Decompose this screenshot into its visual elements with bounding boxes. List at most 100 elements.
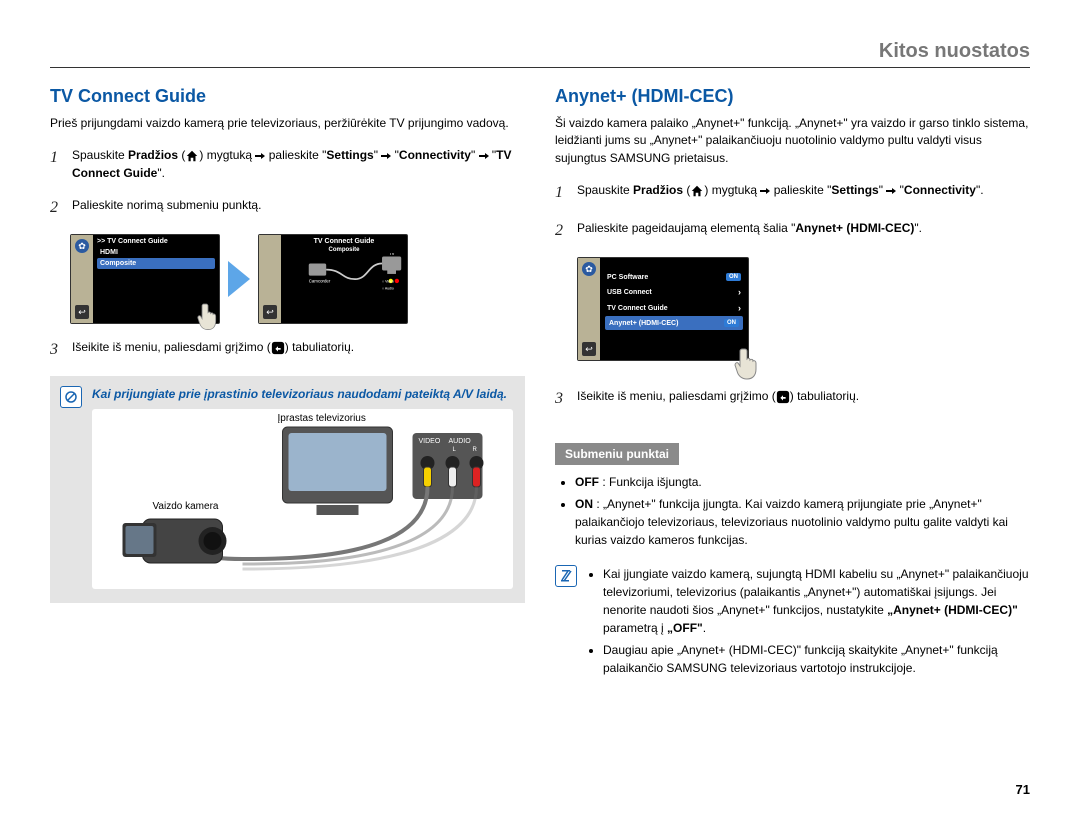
text: parametrą į bbox=[603, 621, 667, 635]
audio-label: AUDIO bbox=[449, 438, 472, 445]
text: Spauskite bbox=[577, 183, 633, 197]
back-tab-icon: ↩ bbox=[263, 305, 277, 319]
text-bold: Pradžios bbox=[633, 183, 683, 197]
screen-sidebar: ↩ bbox=[259, 235, 281, 323]
step-number: 1 bbox=[555, 181, 567, 205]
step-number: 2 bbox=[50, 196, 62, 220]
step-body: Išeikite iš meniu, paliesdami grįžimo ()… bbox=[577, 387, 1030, 411]
page-number: 71 bbox=[1016, 782, 1030, 797]
left-step-3: 3 Išeikite iš meniu, paliesdami grįžimo … bbox=[50, 338, 525, 362]
left-step-1: 1 Spauskite Pradžios () mygtuką palieski… bbox=[50, 146, 525, 182]
text: " bbox=[391, 148, 399, 162]
hand-tap-icon bbox=[191, 299, 225, 333]
right-step-1: 1 Spauskite Pradžios () mygtuką palieski… bbox=[555, 181, 1030, 205]
gear-icon: ✿ bbox=[75, 239, 89, 253]
anynet-heading: Anynet+ (HDMI-CEC) bbox=[555, 86, 1030, 107]
text-bold: Settings bbox=[831, 183, 878, 197]
arrow-icon bbox=[255, 151, 265, 161]
text: Išeikite iš meniu, paliesdami grįžimo ( bbox=[577, 389, 776, 403]
text: ) tabuliatorių. bbox=[285, 340, 354, 354]
text: . bbox=[703, 621, 706, 635]
text: ( bbox=[178, 148, 185, 162]
left-column: TV Connect Guide Prieš prijungdami vaizd… bbox=[50, 86, 525, 681]
step-body: Išeikite iš meniu, paliesdami grįžimo ()… bbox=[72, 338, 525, 362]
off-text: : Funkcija išjungta. bbox=[599, 475, 702, 489]
step-body: Palieskite pageidaujamą elementą šalia "… bbox=[577, 219, 1030, 243]
text: " bbox=[896, 183, 904, 197]
connectivity-screen-wrap: ✿ ↩ > Connectivity PC Software ON USB Co… bbox=[577, 257, 749, 361]
screen-sidebar: ✿ ↩ bbox=[578, 258, 600, 360]
callout-title: Kai prijungiate prie įprastinio televizo… bbox=[92, 386, 513, 403]
text: ) mygtuką bbox=[199, 148, 255, 162]
text: ". bbox=[976, 183, 984, 197]
two-column-layout: TV Connect Guide Prieš prijungdami vaizd… bbox=[50, 86, 1030, 681]
toggle-on-badge: ON bbox=[726, 273, 741, 281]
menu-item-hdmi: HDMI bbox=[97, 247, 215, 258]
submenu-item-off: OFF : Funkcija išjungta. bbox=[575, 473, 1030, 491]
right-step-2: 2 Palieskite pageidaujamą elementą šalia… bbox=[555, 219, 1030, 243]
on-label: ON bbox=[575, 497, 593, 511]
note-item-2: Daugiau apie „Anynet+ (HDMI-CEC)" funkci… bbox=[603, 641, 1030, 677]
step-body: Spauskite Pradžios () mygtuką palieskite… bbox=[577, 181, 1030, 205]
svg-text:○ Audio: ○ Audio bbox=[382, 287, 394, 291]
text: ". bbox=[914, 221, 922, 235]
text: Išeikite iš meniu, paliesdami grįžimo ( bbox=[72, 340, 271, 354]
step-number: 3 bbox=[50, 338, 62, 362]
text: ) tabuliatorių. bbox=[790, 389, 859, 403]
row-label: USB Connect bbox=[607, 289, 652, 296]
arrow-icon bbox=[886, 186, 896, 196]
row-tv-connect-guide: TV Connect Guide › bbox=[603, 300, 745, 316]
chevron-right-icon: › bbox=[738, 303, 741, 313]
text: " bbox=[471, 148, 479, 162]
arrow-icon bbox=[381, 151, 391, 161]
back-tab-icon: ↩ bbox=[582, 342, 596, 356]
screen-sidebar: ✿ ↩ bbox=[71, 235, 93, 323]
hand-tap-icon bbox=[727, 343, 767, 383]
text: " bbox=[489, 148, 497, 162]
row-usb-connect: USB Connect › bbox=[603, 284, 745, 300]
connection-diagram-icon: Camcorder TV ○ Video ○ Audio bbox=[307, 253, 403, 297]
left-step-2: 2 Palieskite norimą submeniu punktą. bbox=[50, 196, 525, 220]
arrow-icon bbox=[760, 186, 770, 196]
video-label: VIDEO bbox=[419, 438, 441, 445]
home-icon bbox=[185, 149, 199, 163]
text-bold: „Anynet+ (HDMI-CEC)" bbox=[887, 603, 1018, 617]
tv-connect-heading: TV Connect Guide bbox=[50, 86, 525, 107]
row-label: Anynet+ (HDMI-CEC) bbox=[609, 320, 678, 327]
text: " bbox=[879, 183, 887, 197]
info-badge-icon bbox=[60, 386, 82, 408]
step-number: 3 bbox=[555, 387, 567, 411]
text-bold: Pradžios bbox=[128, 148, 178, 162]
text-bold: „OFF" bbox=[667, 621, 703, 635]
row-label: TV Connect Guide bbox=[607, 305, 668, 312]
row-label: PC Software bbox=[607, 274, 648, 281]
tv-label-text: Įprastas televizorius bbox=[278, 413, 366, 424]
device-screen-menu: ✿ ↩ >> TV Connect Guide HDMI Composite bbox=[70, 234, 220, 324]
illustration-row: ✿ ↩ >> TV Connect Guide HDMI Composite ↩ bbox=[70, 234, 525, 324]
text-bold: Connectivity bbox=[399, 148, 471, 162]
svg-text:○ Video: ○ Video bbox=[382, 280, 394, 284]
text: palieskite " bbox=[770, 183, 831, 197]
tv-connect-intro: Prieš prijungdami vaizdo kamerą prie tel… bbox=[50, 115, 525, 132]
note-box: Kai įjungiate vaizdo kamerą, sujungtą HD… bbox=[555, 565, 1030, 681]
page-header: Kitos nuostatos bbox=[50, 40, 1030, 68]
home-icon bbox=[690, 184, 704, 198]
row-pc-software: PC Software ON bbox=[603, 270, 745, 284]
right-column: Anynet+ (HDMI-CEC) Ši vaizdo kamera pala… bbox=[555, 86, 1030, 681]
step-number: 2 bbox=[555, 219, 567, 243]
device-screen-diagram: ↩ TV Connect Guide Composite Camcorder bbox=[258, 234, 408, 324]
play-arrow-icon bbox=[228, 261, 250, 297]
text: Palieskite pageidaujamą elementą šalia " bbox=[577, 221, 795, 235]
step-body: Palieskite norimą submeniu punktą. bbox=[72, 196, 525, 220]
right-step-3: 3 Išeikite iš meniu, paliesdami grįžimo … bbox=[555, 387, 1030, 411]
note-badge-icon bbox=[555, 565, 577, 587]
toggle-on-badge: ON bbox=[724, 319, 739, 327]
menu-item-composite: Composite bbox=[97, 258, 215, 269]
av-diagram: Įprastas televizorius VIDEO AUDIO L R bbox=[92, 409, 513, 589]
screen-title: >> TV Connect Guide bbox=[97, 238, 215, 245]
tv-label: TV bbox=[389, 253, 395, 256]
screen-title: TV Connect Guide bbox=[285, 238, 403, 245]
connectivity-screen: ✿ ↩ > Connectivity PC Software ON USB Co… bbox=[577, 257, 749, 361]
return-icon bbox=[271, 341, 285, 355]
on-text: : „Anynet+" funkcija įjungta. Kai vaizdo… bbox=[575, 497, 1008, 547]
